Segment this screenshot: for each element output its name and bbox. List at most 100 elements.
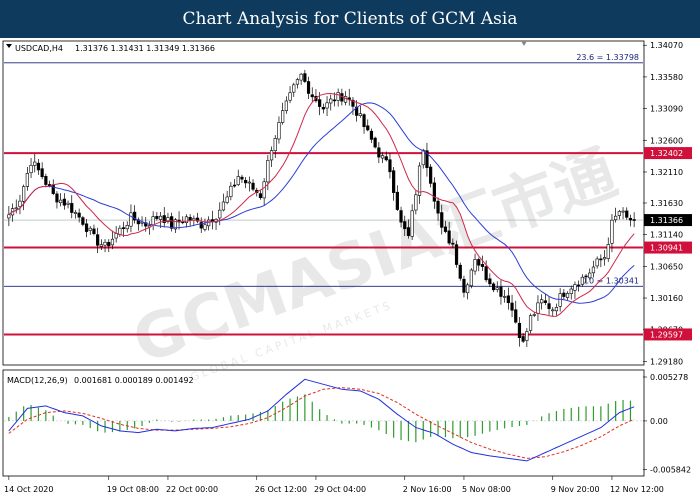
candle-body [373,137,377,148]
candle-body [584,275,588,278]
candle-body [436,200,440,214]
candle-body [310,94,314,98]
candle-body [184,216,189,223]
candle-body [377,147,381,158]
candle-body [369,130,374,140]
macd-tick-label: 0.00 [650,417,668,426]
candle-body [491,283,496,291]
candle-body [451,242,455,245]
candle-body [443,226,448,232]
candle-body [429,166,433,184]
time-tick-label: 22 Oct 00:00 [166,485,218,494]
macd-tick-label: 0.005278 [650,373,688,382]
fib-level-label: 23.6 = 1.33798 [576,53,639,62]
candle-body [617,211,621,216]
candle-body [262,181,266,199]
candle-body [514,309,518,323]
candle-body [96,234,100,246]
candle-body [155,216,159,219]
candle-body [36,162,41,171]
candle-body [332,99,337,102]
candle-body [621,210,625,213]
candle-body [384,156,388,161]
candle-body [29,165,33,174]
time-tick-label: 5 Nov 08:00 [462,485,511,494]
candle-body [232,184,237,187]
candle-body [59,199,63,204]
macd-tick-label: -0.005842 [650,466,691,475]
candle-body [495,287,499,290]
candle-body [73,212,78,214]
candle-body [536,302,540,314]
macd-values: 0.001681 0.000189 0.001492 [74,376,194,385]
candle-body [462,278,466,293]
candle-body [121,227,126,229]
candle-body [406,227,411,236]
candle-body [88,227,92,231]
candle-body [403,221,407,230]
candle-body [303,73,307,82]
candle-body [258,193,263,198]
candle-body [81,217,85,225]
candle-body [62,198,66,206]
candle-body [591,266,596,274]
candle-body [521,336,525,342]
candle-body [543,300,547,303]
chart-canvas[interactable]: GCMASIA汇市通 GLOBAL CAPITAL MARKETS 1.3407… [0,38,700,500]
time-tick-label: 19 Oct 08:00 [107,485,159,494]
candle-body [66,202,70,205]
price-tick-label: 1.29180 [650,357,683,366]
candle-body [218,209,222,219]
candle-body [458,264,462,279]
candle-body [203,224,207,230]
candle-body [284,100,288,112]
candle-body [118,227,122,235]
candle-body [551,309,555,312]
time-tick-label: 12 Nov 12:00 [610,485,664,494]
candle-body [565,293,570,298]
candle-body [273,138,277,151]
candle-body [33,161,37,166]
candle-body [595,258,599,267]
candle-body [55,193,59,203]
candle-body [510,302,514,311]
candle-body [525,331,529,341]
candle-body [395,191,399,210]
banner-title: Chart Analysis for Clients of GCM Asia [182,9,518,29]
candle-body [410,210,414,237]
candle-body [22,186,26,202]
candle-body [77,212,81,218]
candle-body [562,292,566,297]
level-price-label: 1.30941 [650,244,683,253]
candle-body [7,214,11,219]
candle-body [358,113,362,117]
candle-body [99,244,103,247]
level-price-label: 1.29597 [650,330,683,339]
candle-body [540,299,544,304]
candle-body [573,284,577,291]
candle-body [210,219,214,222]
candle-body [251,182,255,190]
candle-body [281,110,285,123]
time-tick-label: 9 Nov 20:00 [551,485,600,494]
candle-body [399,210,403,223]
candle-body [92,228,96,235]
candle-body [480,264,485,267]
candle-body [628,217,633,221]
candle-body [103,241,107,246]
candle-body [110,238,115,246]
candle-body [466,284,470,294]
price-tick-label: 1.31140 [650,231,683,240]
candle-body [388,159,392,173]
candle-body [269,150,274,161]
candle-body [447,230,451,244]
candle-body [606,244,610,259]
candle-body [240,176,244,180]
candle-body [225,196,229,203]
price-tick-label: 1.32600 [650,136,683,145]
candle-body [244,179,248,184]
time-tick-label: 26 Oct 12:00 [255,485,307,494]
candle-body [588,272,592,279]
price-tick-label: 1.31630 [650,199,683,208]
candle-body [107,241,111,247]
